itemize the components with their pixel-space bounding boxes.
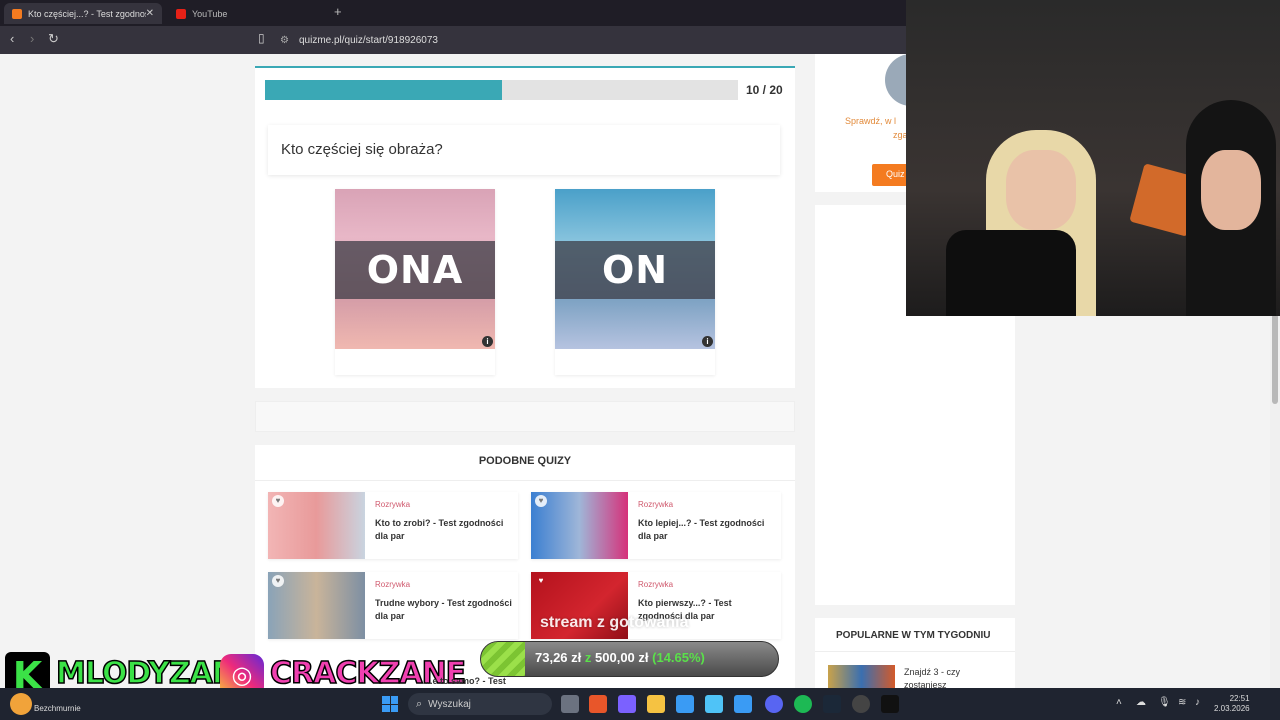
search-icon: ⌕ (416, 697, 423, 710)
ad-placeholder (255, 401, 795, 432)
bookmark-icon[interactable]: ▯ (258, 31, 265, 45)
heart-icon[interactable]: ♥ (535, 495, 547, 507)
popular-thumbnail[interactable] (828, 665, 895, 688)
heart-icon[interactable]: ♥ (272, 575, 284, 587)
quiz-title[interactable]: Kto lepiej...? - Test zgodności dla par (638, 517, 778, 543)
notepad-icon[interactable] (705, 695, 723, 713)
similar-heading: PODOBNE QUIZY (478, 455, 572, 467)
similar-quiz-item[interactable]: ♥ Rozrywka Kto to zrobi? - Test zgodnośc… (268, 492, 518, 559)
discord-icon[interactable] (765, 695, 783, 713)
person-left-shirt (946, 230, 1076, 316)
answer-label: ON (555, 241, 715, 299)
goal-separator: z (584, 650, 592, 665)
file-explorer-icon[interactable] (647, 695, 665, 713)
answer-label: ONA (335, 241, 495, 299)
answer-image: ON i (555, 189, 715, 349)
reload-icon[interactable]: ↻ (48, 31, 59, 47)
steam-icon[interactable] (823, 695, 841, 713)
tiktok-icon[interactable] (881, 695, 899, 713)
sidebar-text: Sprawdź, w l (845, 116, 897, 126)
quiz-category[interactable]: Rozrywka (638, 500, 673, 509)
weather-icon[interactable] (10, 693, 32, 715)
copilot-icon[interactable] (618, 695, 636, 713)
volume-icon[interactable]: ♪ (1195, 697, 1200, 708)
similar-quiz-item[interactable]: ♥ Rozrywka Trudne wybory - Test zgodnośc… (268, 572, 518, 639)
close-icon[interactable]: ✕ (146, 8, 154, 19)
goal-current: 73,26 zł (535, 650, 582, 665)
answer-on[interactable]: ON i (555, 189, 715, 375)
scrollbar-thumb[interactable] (1272, 314, 1278, 404)
microphone-icon[interactable]: 🎙 (1158, 697, 1171, 708)
quiz-category[interactable]: Rozrywka (375, 500, 410, 509)
obs-icon[interactable] (852, 695, 870, 713)
webcam-overlay (906, 0, 1280, 316)
store-icon[interactable] (676, 695, 694, 713)
person-right-face (1201, 150, 1261, 230)
taskbar-search[interactable]: ⌕ Wyszukaj (408, 693, 552, 715)
popular-heading: POPULARNE W TYM TYGODNIU (836, 630, 991, 641)
weather-text[interactable]: Bezchmurnie (34, 704, 81, 713)
quiz-card: 10 / 20 Kto częściej się obraża? ONA i O… (255, 66, 795, 388)
donation-goal-text: 73,26 zł z 500,00 zł (14.65%) (535, 650, 705, 665)
clock-time: 22:51 (1229, 694, 1250, 703)
quiz-category[interactable]: Rozrywka (375, 580, 410, 589)
progress-bar (265, 80, 738, 100)
quizme-favicon-icon (12, 8, 22, 19)
spotify-icon[interactable] (794, 695, 812, 713)
wifi-icon[interactable]: ≋ (1178, 697, 1186, 708)
quiz-title[interactable]: Kto to zrobi? - Test zgodności dla par (375, 517, 515, 543)
divider (255, 480, 795, 481)
popular-this-week: POPULARNE W TYM TYGODNIU Znajdź 3 - czy … (815, 618, 1015, 690)
tab-quiz[interactable]: Kto częściej...? - Test zgodności d ✕ (4, 3, 162, 24)
search-placeholder: Wyszukaj (428, 698, 471, 710)
tab-title: Kto częściej...? - Test zgodności d (28, 8, 146, 19)
back-icon[interactable]: ‹ (10, 31, 14, 46)
heart-icon[interactable]: ♥ (272, 495, 284, 507)
site-info-icon[interactable]: ⚙ (280, 35, 289, 46)
info-icon[interactable]: i (482, 336, 493, 347)
quiz-category[interactable]: Rozrywka (638, 580, 673, 589)
answer-ona[interactable]: ONA i (335, 189, 495, 375)
system-clock[interactable]: 22:51 2.03.2026 (1214, 694, 1250, 714)
similar-quiz-item[interactable]: ♥ Rozrywka Kto lepiej...? - Test zgodnoś… (531, 492, 781, 559)
address-bar[interactable]: ⚙ quizme.pl/quiz/start/918926073 (280, 30, 920, 50)
donation-goal-label: stream z gotowania (540, 614, 689, 631)
progress-fill (265, 80, 502, 100)
info-icon[interactable]: i (702, 336, 713, 347)
goal-target: 500,00 zł (595, 650, 649, 665)
quiz-title[interactable]: Trudne wybory - Test zgodności dla par (375, 597, 515, 623)
goal-percent: (14.65%) (652, 650, 705, 665)
person-left-face (1006, 150, 1076, 230)
youtube-favicon-icon (176, 8, 186, 19)
settings-icon[interactable] (734, 695, 752, 713)
tab-youtube[interactable]: YouTube (168, 3, 278, 24)
new-tab-button[interactable]: + (334, 4, 342, 19)
onedrive-icon[interactable]: ☁ (1136, 697, 1146, 708)
similar-quiz-title-partial[interactable]: ...e to samo? - Test (425, 676, 506, 686)
forward-icon[interactable]: › (30, 31, 34, 46)
task-view-icon[interactable] (561, 695, 579, 713)
answer-image: ONA i (335, 189, 495, 349)
progress-counter: 10 / 20 (746, 83, 783, 97)
tab-title: YouTube (192, 8, 228, 19)
chevron-up-icon[interactable]: ˄ (1116, 697, 1122, 708)
url-text: quizme.pl/quiz/start/918926073 (298, 34, 438, 46)
clock-date: 2.03.2026 (1214, 704, 1250, 713)
windows-start-icon[interactable] (382, 696, 398, 712)
donation-goal-fill (481, 642, 525, 676)
windows-taskbar: Bezchmurnie ⌕ Wyszukaj ˄ ☁ 🎙 ≋ ♪ 22:51 2… (0, 688, 1280, 720)
divider (815, 651, 1015, 652)
heart-icon[interactable]: ♥ (535, 575, 547, 587)
brave-browser-icon[interactable] (589, 695, 607, 713)
question-text: Kto częściej się obraża? (268, 125, 780, 175)
